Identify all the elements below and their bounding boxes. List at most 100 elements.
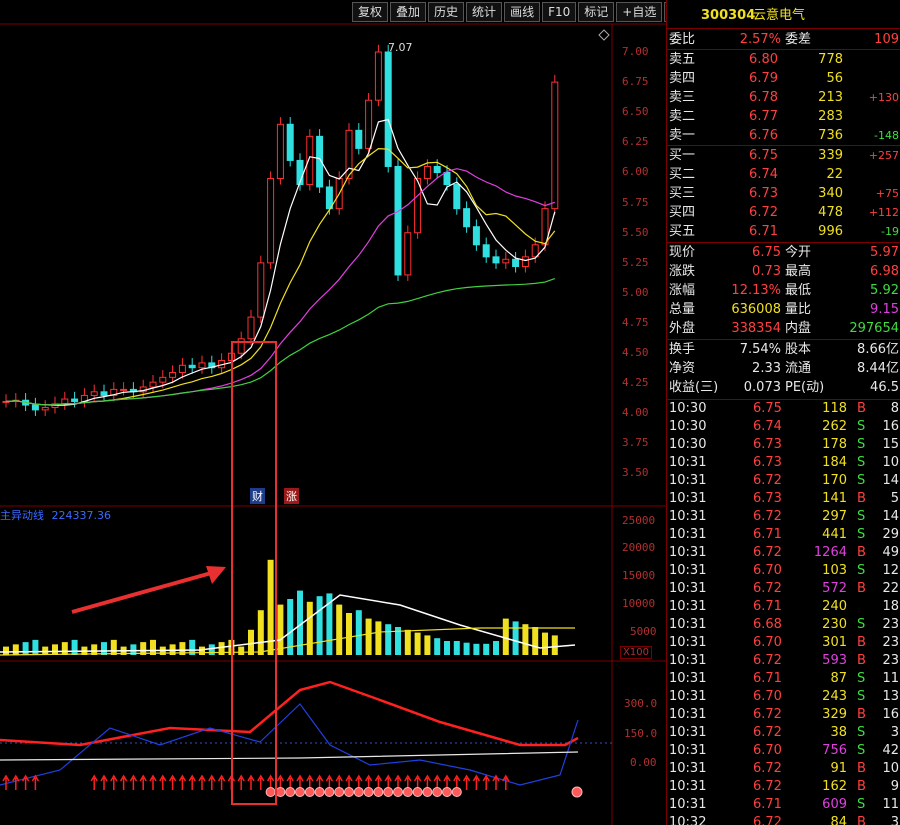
- buy-signal-arrow: [217, 774, 226, 790]
- ask-row[interactable]: 卖四 6.79 56: [667, 69, 900, 88]
- tick-row[interactable]: 10:31 6.70 103 S 12: [667, 562, 900, 580]
- volume-bar: [463, 642, 470, 655]
- candle-body: [463, 208, 471, 228]
- tick-side: B: [857, 401, 866, 416]
- settings-diamond-icon[interactable]: [598, 29, 610, 41]
- stat-value: 338354: [731, 321, 781, 336]
- tick-row[interactable]: 10:31 6.71 87 S 11: [667, 670, 900, 688]
- tick-row[interactable]: 10:30 6.74 262 S 16: [667, 418, 900, 436]
- tick-count: 3: [890, 815, 899, 825]
- tick-row[interactable]: 10:30 6.75 118 B 8: [667, 400, 900, 418]
- stat-label: 现价: [669, 245, 696, 260]
- restore-rights-button[interactable]: 复权: [352, 2, 389, 22]
- tick-count: 11: [882, 671, 899, 686]
- f10-button[interactable]: F10: [542, 2, 577, 22]
- kline-chart-area[interactable]: 复权 叠加 历史 统计 画线 F10 标记 +自选 返回 7.00 6.50 6…: [0, 0, 701, 825]
- finance-badge[interactable]: 财: [250, 488, 265, 504]
- tick-side: S: [857, 743, 866, 758]
- tick-row[interactable]: 10:31 6.73 141 B 5: [667, 490, 900, 508]
- tick-row[interactable]: 10:31 6.72 329 B 16: [667, 706, 900, 724]
- stat-value: 0.73: [752, 264, 781, 279]
- volume-bar: [434, 638, 441, 655]
- tick-row[interactable]: 10:31 6.72 593 B 23: [667, 652, 900, 670]
- tick-time: 10:31: [669, 563, 707, 578]
- mark-button[interactable]: 标记: [578, 2, 615, 22]
- history-button[interactable]: 历史: [428, 2, 465, 22]
- bid-row[interactable]: 买五 6.71 996 -19: [667, 222, 900, 241]
- price-tick: 6.00: [622, 165, 649, 178]
- tick-side: B: [857, 653, 866, 668]
- bid-label: 买四: [669, 205, 696, 220]
- tick-side: B: [857, 707, 866, 722]
- tick-price: 6.72: [753, 581, 782, 596]
- stock-name: 云意电气: [753, 8, 806, 23]
- bid-change: +75: [875, 187, 899, 200]
- tick-row[interactable]: 10:31 6.71 240 18: [667, 598, 900, 616]
- tick-side: B: [857, 779, 866, 794]
- tick-volume: 609: [822, 797, 847, 812]
- volume-bar: [316, 596, 323, 655]
- stat-value: 7.54%: [739, 342, 781, 357]
- tick-volume: 240: [822, 599, 847, 614]
- tick-row[interactable]: 10:31 6.72 297 S 14: [667, 508, 900, 526]
- bid-row[interactable]: 买四 6.72 478 +112: [667, 203, 900, 222]
- volume-bar: [336, 604, 343, 655]
- signal-ball: [353, 787, 364, 797]
- tick-row[interactable]: 10:32 6.72 84 B 3: [667, 814, 900, 825]
- tick-price: 6.72: [753, 473, 782, 488]
- tick-price: 6.73: [753, 491, 782, 506]
- buy-signal-arrow: [208, 774, 216, 790]
- add-watchlist-button[interactable]: +自选: [616, 2, 663, 22]
- tick-side: S: [857, 671, 866, 686]
- buy-signal-arrow: [21, 774, 30, 790]
- stat-label: 换手: [669, 342, 696, 357]
- tick-row[interactable]: 10:31 6.72 91 B 10: [667, 760, 900, 778]
- volume-unit-label: X100: [620, 646, 652, 659]
- tick-row[interactable]: 10:31 6.70 756 S 42: [667, 742, 900, 760]
- volume-indicator-value: 224337.36: [51, 509, 112, 522]
- tick-side: B: [857, 581, 866, 596]
- tick-row[interactable]: 10:31 6.71 609 S 11: [667, 796, 900, 814]
- tick-side: S: [857, 617, 866, 632]
- bid-price: 6.72: [749, 205, 778, 220]
- chart-canvas[interactable]: [0, 0, 666, 825]
- draw-line-button[interactable]: 画线: [504, 2, 541, 22]
- ask-row[interactable]: 卖二 6.77 283: [667, 107, 900, 126]
- tick-volume: 1264: [813, 545, 847, 560]
- statistics-button[interactable]: 统计: [466, 2, 503, 22]
- limit-up-badge[interactable]: 涨: [284, 488, 299, 504]
- bid-label: 买三: [669, 186, 696, 201]
- tick-row[interactable]: 10:31 6.72 170 S 14: [667, 472, 900, 490]
- ask-row[interactable]: 卖一 6.76 736 -148: [667, 126, 900, 145]
- tick-count: 9: [890, 779, 899, 794]
- tick-row[interactable]: 10:31 6.72 162 B 9: [667, 778, 900, 796]
- volume-bar: [22, 642, 29, 655]
- volume-bar: [532, 627, 539, 655]
- bid-row[interactable]: 买二 6.74 22: [667, 165, 900, 184]
- tick-row[interactable]: 10:31 6.72 1264 B 49: [667, 544, 900, 562]
- ask-row[interactable]: 卖三 6.78 213 +130: [667, 88, 900, 107]
- buy-signal-arrow: [237, 774, 245, 790]
- tick-row[interactable]: 10:30 6.73 178 S 15: [667, 436, 900, 454]
- tick-row[interactable]: 10:31 6.72 572 B 22: [667, 580, 900, 598]
- candle-body: [453, 184, 461, 210]
- bid-row[interactable]: 买一 6.75 339 +257: [667, 146, 900, 165]
- tick-time: 10:30: [669, 437, 707, 452]
- tick-row[interactable]: 10:31 6.73 184 S 10: [667, 454, 900, 472]
- overlay-button[interactable]: 叠加: [390, 2, 427, 22]
- tick-count: 13: [882, 689, 899, 704]
- tick-row[interactable]: 10:31 6.70 243 S 13: [667, 688, 900, 706]
- tick-row[interactable]: 10:31 6.71 441 S 29: [667, 526, 900, 544]
- ask-row[interactable]: 卖五 6.80 778: [667, 50, 900, 69]
- bid-row[interactable]: 买三 6.73 340 +75: [667, 184, 900, 203]
- candle-body: [247, 316, 255, 340]
- high-price-label: 7.07: [388, 41, 413, 54]
- tick-row[interactable]: 10:31 6.70 301 B 23: [667, 634, 900, 652]
- volume-bar: [453, 641, 460, 655]
- tick-row[interactable]: 10:31 6.68 230 S 23: [667, 616, 900, 634]
- signal-ball: [393, 787, 403, 797]
- tick-time: 10:31: [669, 689, 707, 704]
- candle-body: [61, 398, 69, 405]
- tick-row[interactable]: 10:31 6.72 38 S 3: [667, 724, 900, 742]
- stat-label: 净资: [669, 361, 696, 376]
